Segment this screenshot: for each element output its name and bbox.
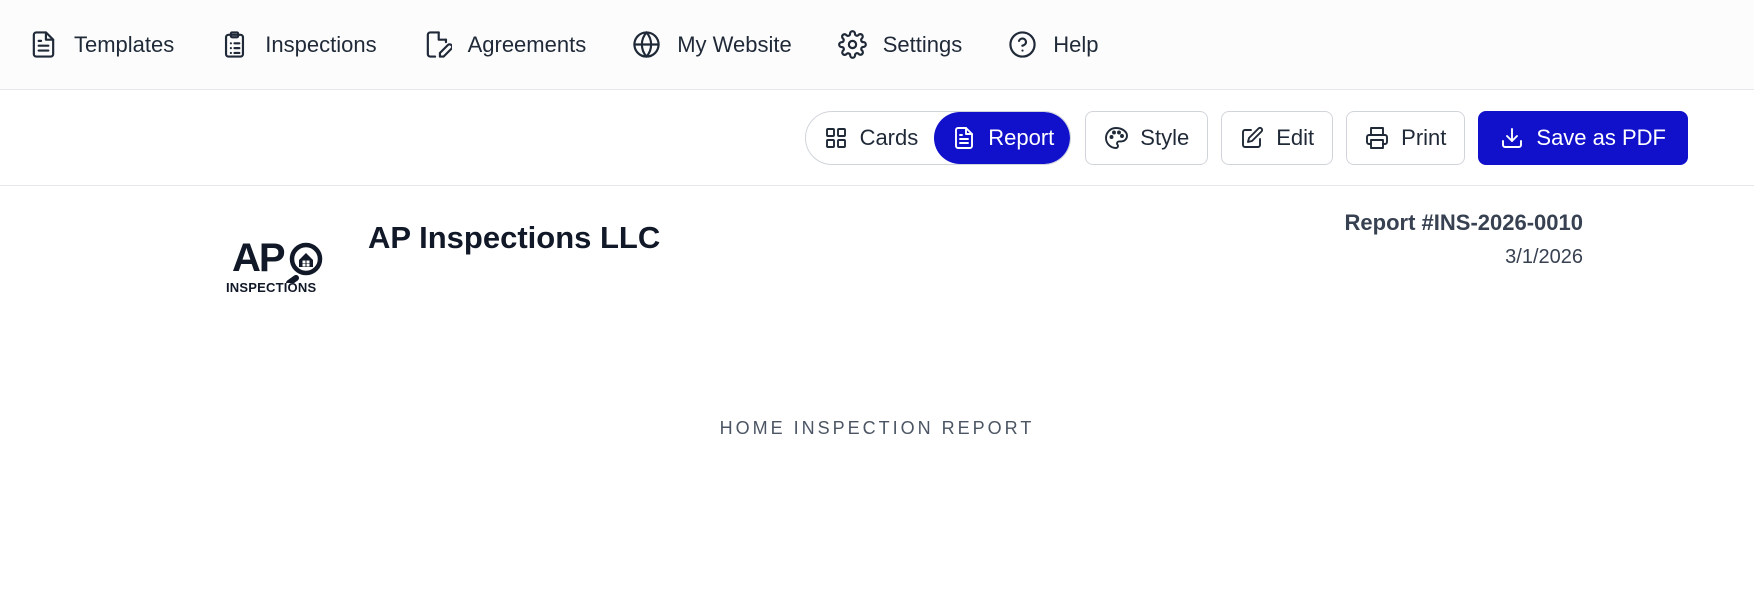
view-toggle: Cards Report	[804, 110, 1072, 165]
logo-subtext: INSPECTIONS	[226, 280, 317, 295]
edit-icon	[1242, 126, 1264, 148]
view-cards-button[interactable]: Cards	[806, 112, 935, 164]
edit-label: Edit	[1276, 124, 1315, 150]
nav-my-website[interactable]: My Website	[632, 30, 792, 59]
nav-help-label: Help	[1053, 31, 1099, 57]
nav-inspections-label: Inspections	[265, 31, 377, 57]
report-title-text: HOME INSPECTION REPORT	[719, 418, 1035, 438]
report-title: HOME INSPECTION REPORT	[0, 418, 1754, 439]
report-content: AP INSPECTIONS AP Inspections LLC Report…	[0, 186, 1754, 586]
edit-button[interactable]: Edit	[1221, 110, 1334, 165]
nav-inspections[interactable]: Inspections	[220, 30, 377, 59]
document-icon	[32, 31, 55, 58]
nav-agreements[interactable]: Agreements	[423, 30, 587, 59]
save-as-pdf-button[interactable]: Save as PDF	[1478, 110, 1688, 165]
signature-icon	[426, 31, 452, 58]
print-button[interactable]: Print	[1346, 110, 1466, 165]
nav-agreements-label: Agreements	[467, 31, 587, 57]
report-number: Report #INS-2026-0010	[1344, 210, 1583, 235]
print-label: Print	[1401, 124, 1447, 150]
nav-templates[interactable]: Templates	[29, 30, 174, 59]
view-report-label: Report	[988, 124, 1055, 150]
company-logo: AP INSPECTIONS	[226, 236, 330, 300]
company-name: AP Inspections LLC	[368, 220, 661, 255]
view-cards-label: Cards	[859, 124, 919, 150]
save-as-pdf-label: Save as PDF	[1536, 124, 1666, 150]
logo-text: AP	[232, 236, 286, 280]
nav-templates-label: Templates	[74, 31, 175, 57]
report-date: 3/1/2026	[1505, 246, 1583, 268]
nav-my-website-label: My Website	[677, 31, 792, 57]
style-label: Style	[1140, 124, 1190, 150]
magnifier-house-icon	[286, 242, 323, 283]
grid-icon	[825, 127, 846, 148]
view-report-button[interactable]: Report	[934, 111, 1071, 164]
globe-icon	[633, 31, 660, 58]
clipboard-icon	[225, 31, 245, 58]
printer-icon	[1366, 126, 1389, 149]
nav-settings[interactable]: Settings	[837, 30, 963, 59]
gear-icon	[837, 30, 867, 59]
help-circle-icon	[1009, 31, 1036, 58]
nav-settings-label: Settings	[882, 31, 963, 57]
style-button[interactable]: Style	[1085, 110, 1209, 165]
palette-icon	[1105, 126, 1129, 149]
report-toolbar: Cards Report Style Edit Print Save as PD…	[0, 90, 1754, 186]
top-navigation: Templates Inspections Agreements My Webs…	[0, 0, 1754, 90]
document-icon	[955, 126, 974, 149]
nav-help[interactable]: Help	[1008, 30, 1098, 59]
download-icon	[1502, 127, 1523, 148]
